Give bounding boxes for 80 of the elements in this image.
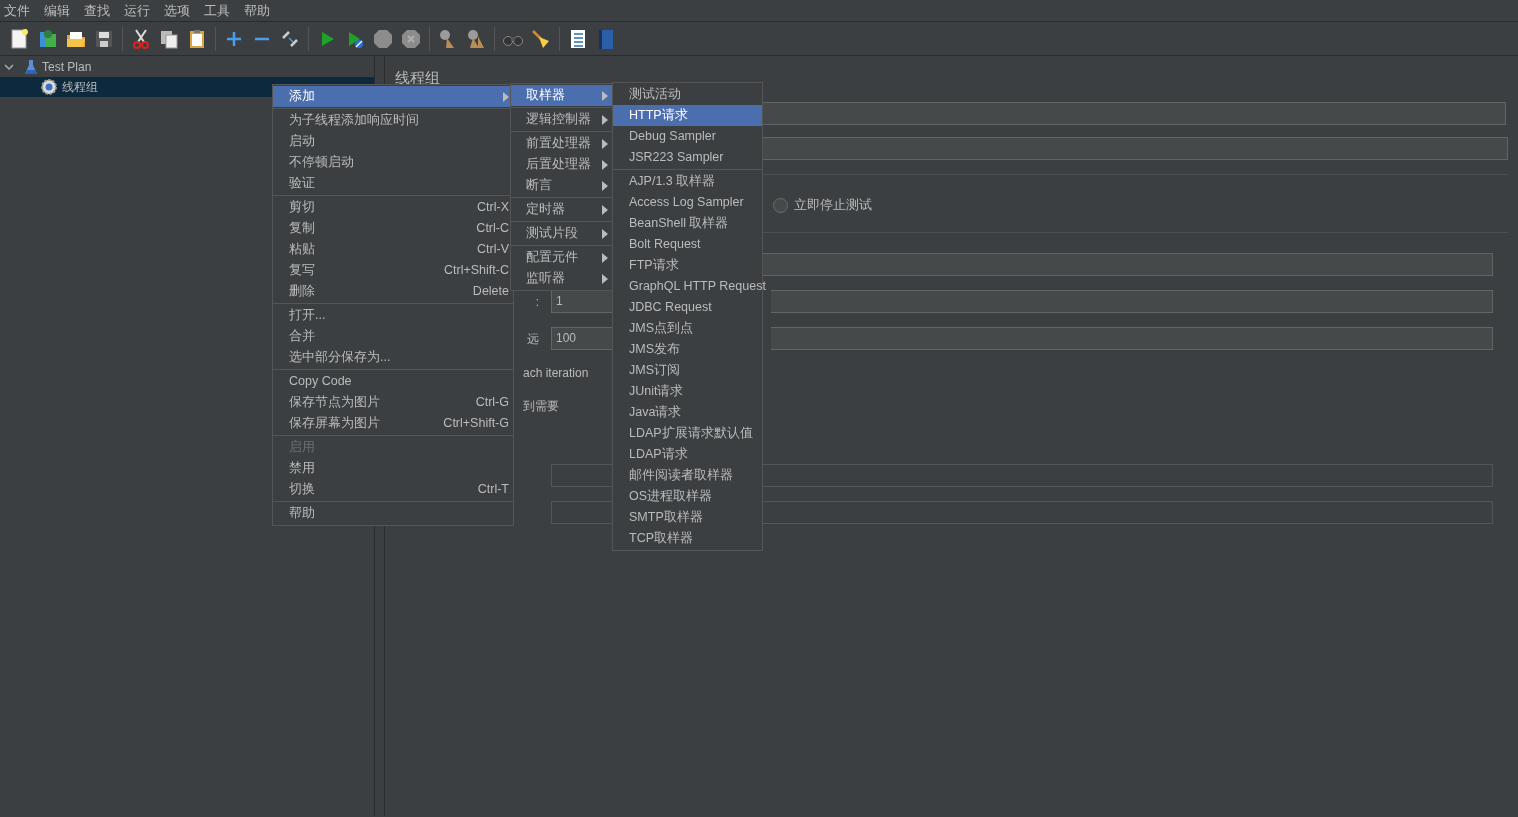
shortcut-text: Ctrl-G	[475, 394, 509, 412]
shortcut-text: Ctrl-X	[477, 199, 509, 217]
chevron-icon[interactable]	[4, 62, 14, 72]
menu-item[interactable]: HTTP请求	[613, 105, 762, 126]
menu-item[interactable]: 不停顿启动	[273, 152, 513, 173]
shortcut-text: Ctrl-T	[477, 481, 509, 499]
menu-item[interactable]: Bolt Request	[613, 234, 762, 255]
menu-item[interactable]: OS进程取样器	[613, 486, 762, 507]
menu-item[interactable]: 剪切 Ctrl-X	[273, 197, 513, 218]
menu-item[interactable]: 为子线程添加响应时间	[273, 110, 513, 131]
menu-item[interactable]: 选中部分保存为...	[273, 347, 513, 368]
menu-item[interactable]: JMS订阅	[613, 360, 762, 381]
menu-item[interactable]: JUnit请求	[613, 381, 762, 402]
menu-item[interactable]: 保存节点为图片 Ctrl-G	[273, 392, 513, 413]
menu-item[interactable]: Debug Sampler	[613, 126, 762, 147]
menu-item[interactable]: FTP请求	[613, 255, 762, 276]
menu-item[interactable]: 打开...	[273, 305, 513, 326]
menu-item[interactable]: 取样器	[511, 85, 612, 106]
menu-item[interactable]: 选项	[164, 0, 190, 21]
scissors-icon[interactable]	[130, 27, 152, 50]
menu-item[interactable]: 前置处理器	[511, 133, 612, 154]
menu-item[interactable]: AJP/1.3 取样器	[613, 171, 762, 192]
menu-item[interactable]: 复制 Ctrl-C	[273, 218, 513, 239]
gear-icon	[40, 78, 58, 96]
menu-item[interactable]: 邮件阅读者取样器	[613, 465, 762, 486]
menu-item[interactable]: Copy Code	[273, 371, 513, 392]
shortcut-text: Ctrl+Shift-G	[443, 415, 509, 433]
menu-item[interactable]: TCP取样器	[613, 528, 762, 549]
menu-item[interactable]: LDAP扩展请求默认值	[613, 423, 762, 444]
menu-item[interactable]: 查找	[84, 0, 110, 21]
menu-item[interactable]: 定时器	[511, 199, 612, 220]
menu-item[interactable]: 逻辑控制器	[511, 109, 612, 130]
menu-item[interactable]: 帮助	[244, 0, 270, 21]
menu-item[interactable]: 禁用	[273, 458, 513, 479]
menu-item[interactable]: 添加	[273, 86, 513, 107]
tree-item[interactable]: Test Plan	[42, 58, 92, 76]
menu-item[interactable]: 测试片段	[511, 223, 612, 244]
shortcut-text: Ctrl-C	[476, 220, 509, 238]
menu-item[interactable]: 帮助	[273, 503, 513, 524]
menu-item[interactable]: 运行	[124, 0, 150, 21]
shortcut-text: Delete	[472, 283, 509, 301]
broom-icon[interactable]	[530, 27, 552, 50]
menu-item[interactable]: 配置元件	[511, 247, 612, 268]
option-label: ach iteration	[523, 365, 589, 382]
menu-item[interactable]: 启动	[273, 131, 513, 152]
radio-label: 立即停止测试	[794, 196, 872, 215]
menu-item[interactable]: 工具	[204, 0, 230, 21]
menu-item[interactable]: 保存屏幕为图片 Ctrl+Shift-G	[273, 413, 513, 434]
menu-item[interactable]: 验证	[273, 173, 513, 194]
input-field[interactable]	[771, 327, 1493, 350]
menu-item[interactable]: 后置处理器	[511, 154, 612, 175]
menu-item[interactable]: JSR223 Sampler	[613, 147, 762, 168]
menu-item[interactable]: Java请求	[613, 402, 762, 423]
menu-item[interactable]: LDAP请求	[613, 444, 762, 465]
menu-item[interactable]: 编辑	[44, 0, 70, 21]
shutdown-icon[interactable]	[400, 27, 422, 50]
tree-item[interactable]: 线程组	[62, 78, 98, 96]
new-file-icon[interactable]	[9, 27, 31, 50]
panel-title: 线程组	[395, 68, 440, 88]
menu-item[interactable]: SMTP取样器	[613, 507, 762, 528]
menu-item[interactable]: 复写 Ctrl+Shift-C	[273, 260, 513, 281]
radio-button[interactable]	[773, 197, 788, 213]
shortcut-text: Ctrl+Shift-C	[444, 262, 509, 280]
field-label: :	[535, 293, 539, 311]
menu-item[interactable]: 文件	[4, 0, 30, 21]
menu-item[interactable]: 粘贴 Ctrl-V	[273, 239, 513, 260]
menu-item[interactable]: 测试活动	[613, 84, 762, 105]
field-label: 远	[527, 330, 539, 348]
menu-item[interactable]: BeanShell 取样器	[613, 213, 762, 234]
menu-item[interactable]: 断言	[511, 175, 612, 196]
menu-item[interactable]: 合并	[273, 326, 513, 347]
menu-item[interactable]: 删除 Delete	[273, 281, 513, 302]
input-field[interactable]	[771, 290, 1493, 313]
menu-item[interactable]: Access Log Sampler	[613, 192, 762, 213]
flask-icon	[24, 59, 38, 75]
menu-item[interactable]: 监听器	[511, 268, 612, 289]
stop-icon[interactable]	[372, 27, 394, 50]
shortcut-text: Ctrl-V	[477, 241, 509, 259]
option-label: 到需要	[523, 398, 559, 415]
menu-item[interactable]: 切换 Ctrl-T	[273, 479, 513, 500]
